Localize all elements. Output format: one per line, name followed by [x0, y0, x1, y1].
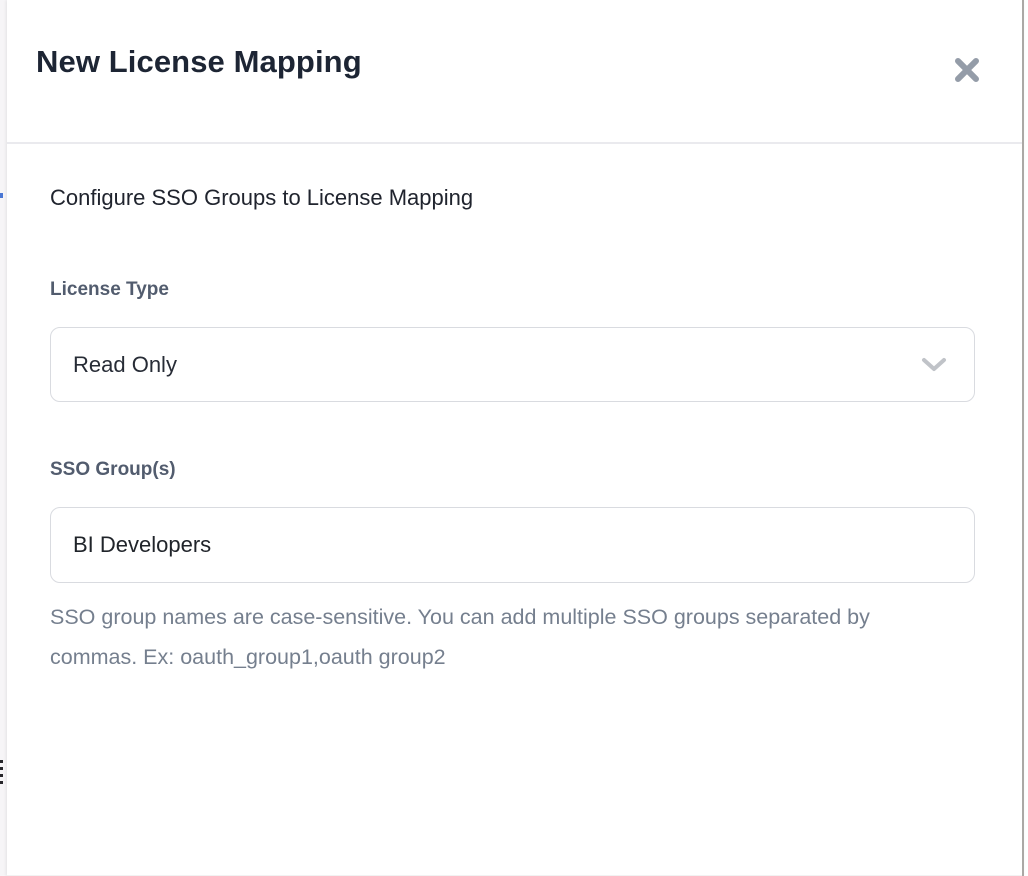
license-type-select[interactable]: Read Only — [50, 327, 975, 402]
new-license-mapping-dialog: New License Mapping Configure SSO Groups… — [7, 0, 1024, 876]
backdrop-fragment — [0, 767, 3, 770]
backdrop-fragment — [0, 774, 3, 777]
dialog-header: New License Mapping — [7, 0, 1022, 144]
sso-groups-input[interactable] — [50, 507, 975, 583]
dialog-body: Configure SSO Groups to License Mapping … — [7, 144, 1022, 677]
backdrop-fragment — [0, 193, 3, 198]
license-type-selected-value: Read Only — [73, 352, 177, 378]
x-icon — [951, 54, 983, 86]
sso-groups-label: SSO Group(s) — [50, 459, 975, 481]
dialog-description: Configure SSO Groups to License Mapping — [50, 185, 975, 211]
license-type-label: License Type — [50, 279, 975, 301]
background-page-sliver — [0, 0, 7, 876]
close-button[interactable] — [951, 54, 983, 86]
backdrop-fragment — [0, 781, 3, 784]
sso-groups-help-text: SSO group names are case-sensitive. You … — [50, 597, 935, 677]
backdrop-fragment — [0, 760, 3, 763]
dialog-title: New License Mapping — [36, 44, 362, 80]
chevron-down-icon — [921, 357, 947, 373]
